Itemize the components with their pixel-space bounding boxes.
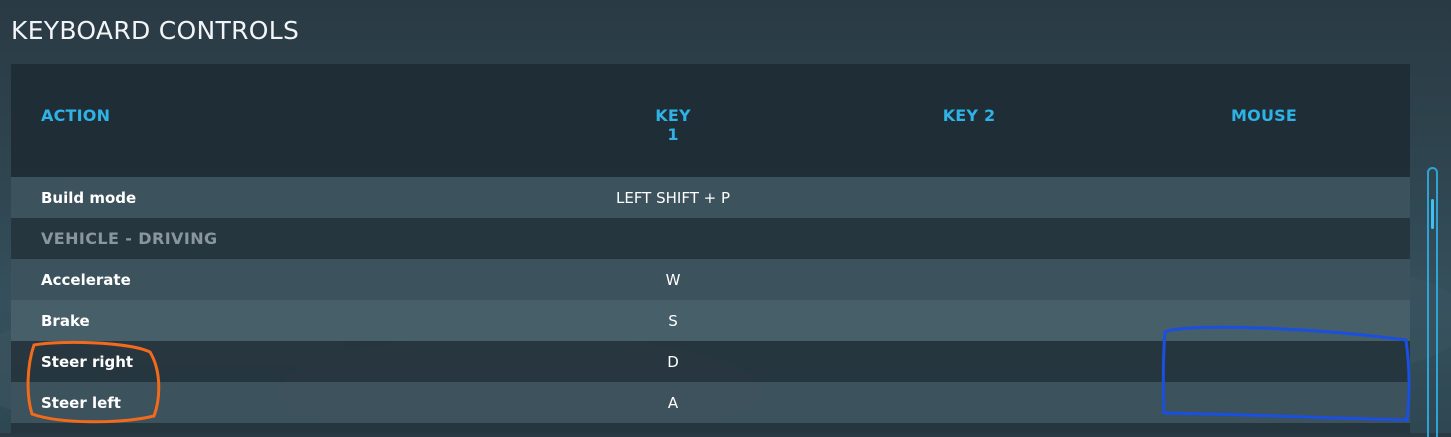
table-row-category-vehicle-driving: VEHICLE - DRIVING xyxy=(11,218,1410,259)
page-title: KEYBOARD CONTROLS xyxy=(11,16,300,45)
vertical-scrollbar[interactable] xyxy=(1427,167,1438,437)
table-row-steer-right[interactable]: Steer right D xyxy=(11,341,1410,382)
table-row-build-mode[interactable]: Build mode LEFT SHIFT + P xyxy=(11,177,1410,218)
column-header-key1: KEY 1 xyxy=(655,106,691,144)
table-row-accelerate[interactable]: Accelerate W xyxy=(11,259,1410,300)
table-row-partial xyxy=(11,423,1410,435)
key1-binding[interactable]: D xyxy=(573,353,773,371)
table-header-row: ACTION KEY 1 KEY 2 MOUSE xyxy=(11,64,1410,177)
table-row-steer-left[interactable]: Steer left A xyxy=(11,382,1410,423)
key1-binding[interactable]: A xyxy=(573,394,773,412)
key1-binding[interactable]: S xyxy=(573,312,773,330)
controls-table-panel: ACTION KEY 1 KEY 2 MOUSE Build mode LEFT… xyxy=(11,64,1410,435)
action-label: Steer left xyxy=(41,394,121,412)
action-label: Brake xyxy=(41,312,90,330)
key1-binding[interactable]: W xyxy=(573,271,773,289)
table-body: Build mode LEFT SHIFT + P VEHICLE - DRIV… xyxy=(11,177,1410,435)
table-row-brake[interactable]: Brake S xyxy=(11,300,1410,341)
key1-binding[interactable]: LEFT SHIFT + P xyxy=(573,189,773,207)
column-header-key2: KEY 2 xyxy=(942,106,996,125)
column-header-mouse: MOUSE xyxy=(1231,106,1297,125)
action-label: Accelerate xyxy=(41,271,131,289)
column-header-action: ACTION xyxy=(41,106,111,125)
scrollbar-thumb[interactable] xyxy=(1431,199,1434,229)
action-label: Steer right xyxy=(41,353,134,371)
category-label: VEHICLE - DRIVING xyxy=(41,229,218,248)
action-label: Build mode xyxy=(41,189,137,207)
